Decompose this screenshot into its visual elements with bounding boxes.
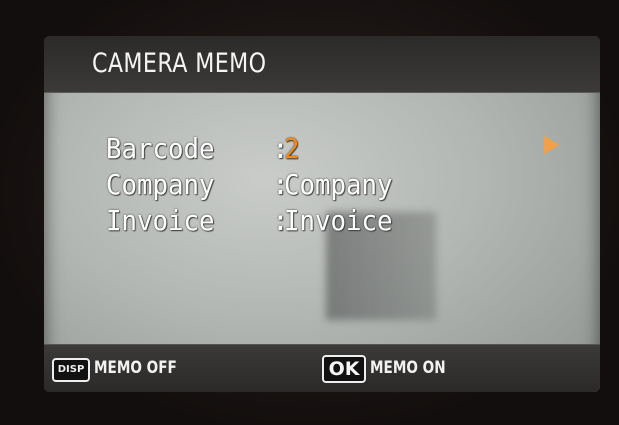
memo-on-label: MEMO ON: [370, 358, 446, 378]
memo-label: Invoice: [106, 204, 215, 237]
memo-value: Company: [284, 168, 393, 201]
footer-bar: DISP MEMO OFF OK MEMO ON: [44, 344, 600, 392]
disp-button-icon[interactable]: DISP: [52, 358, 90, 382]
memo-label: Barcode: [106, 132, 215, 165]
memo-off-label: MEMO OFF: [94, 358, 177, 378]
title-bar: CAMERA MEMO: [44, 36, 600, 93]
memo-value: 2: [284, 132, 300, 165]
camera-body: CAMERA MEMO Barcode : 2 Company : Compan…: [0, 0, 619, 425]
memo-label: Company: [106, 168, 215, 201]
page-title: CAMERA MEMO: [92, 48, 267, 79]
lcd-screen: CAMERA MEMO Barcode : 2 Company : Compan…: [44, 36, 600, 392]
memo-value: Invoice: [284, 204, 393, 237]
arrow-right-icon[interactable]: [544, 136, 559, 154]
ok-button-icon[interactable]: OK: [322, 355, 366, 383]
